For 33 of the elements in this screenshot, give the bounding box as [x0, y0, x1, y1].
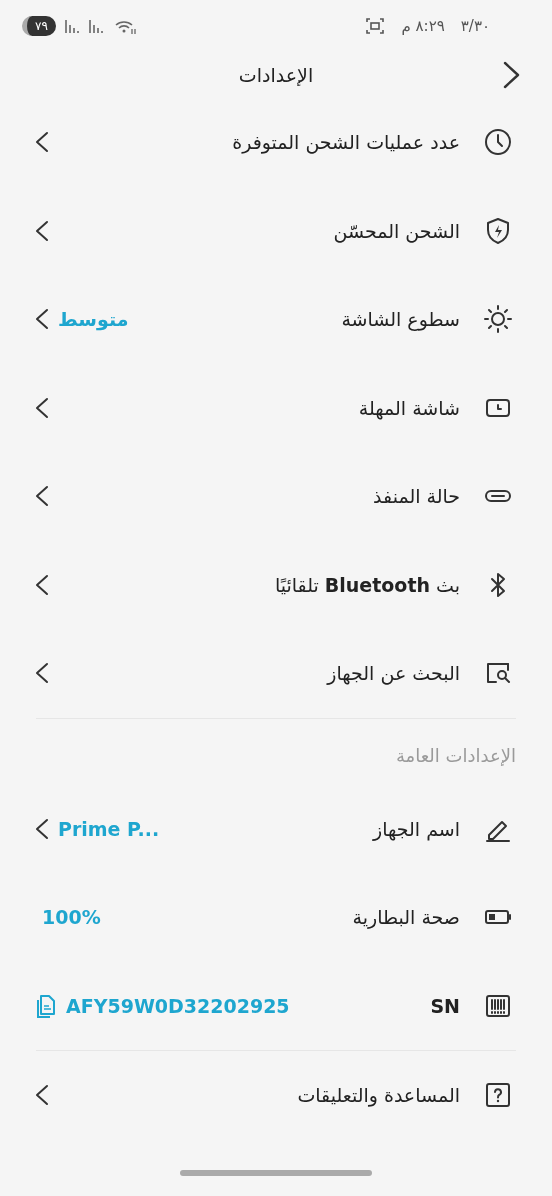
chevron-icon[interactable]	[34, 131, 50, 154]
back-button[interactable]	[502, 60, 522, 90]
chevron-icon[interactable]	[34, 817, 50, 840]
row-label: عدد عمليات الشحن المتوفرة	[232, 130, 460, 156]
chevron-icon[interactable]	[34, 662, 50, 685]
row-label: البحث عن الجهاز	[327, 661, 460, 687]
row-label: المساعدة والتعليقات	[297, 1083, 460, 1109]
screenshot-icon	[365, 16, 386, 36]
brightness-icon	[482, 303, 514, 336]
row-label: سطوع الشاشة	[341, 307, 460, 333]
page-title: الإعدادات	[238, 62, 314, 88]
row-label: اسم الجهاز	[373, 816, 460, 843]
row-label: شاشة المهلة	[358, 395, 460, 422]
battery-level: ٧٩	[22, 16, 56, 36]
row-label: صحة البطارية	[352, 905, 460, 931]
row-value: متوسط	[58, 307, 129, 333]
chevron-icon[interactable]	[34, 219, 50, 242]
row-value: 100%	[42, 905, 101, 930]
row-value: AFY59W0D32202925	[66, 993, 290, 1019]
status-time: ٨:٢٩ م	[401, 15, 445, 37]
chevron-icon[interactable]	[34, 485, 50, 508]
row-label: SN	[430, 993, 460, 1019]
chevron-icon[interactable]	[34, 396, 50, 419]
chevron-icon[interactable]	[34, 573, 50, 596]
status-date: ٣/٣٠	[460, 15, 490, 37]
chevron-icon[interactable]	[34, 308, 50, 331]
chevron-icon[interactable]	[34, 1084, 50, 1107]
row-label: حالة المنفذ	[373, 484, 460, 509]
row-label: الشحن المحسّن	[333, 218, 460, 245]
row-value: Prime P...	[58, 816, 160, 842]
section-header: الإعدادات العامة	[394, 744, 517, 768]
signal-icon	[87, 18, 104, 34]
signal-icon	[63, 18, 80, 34]
